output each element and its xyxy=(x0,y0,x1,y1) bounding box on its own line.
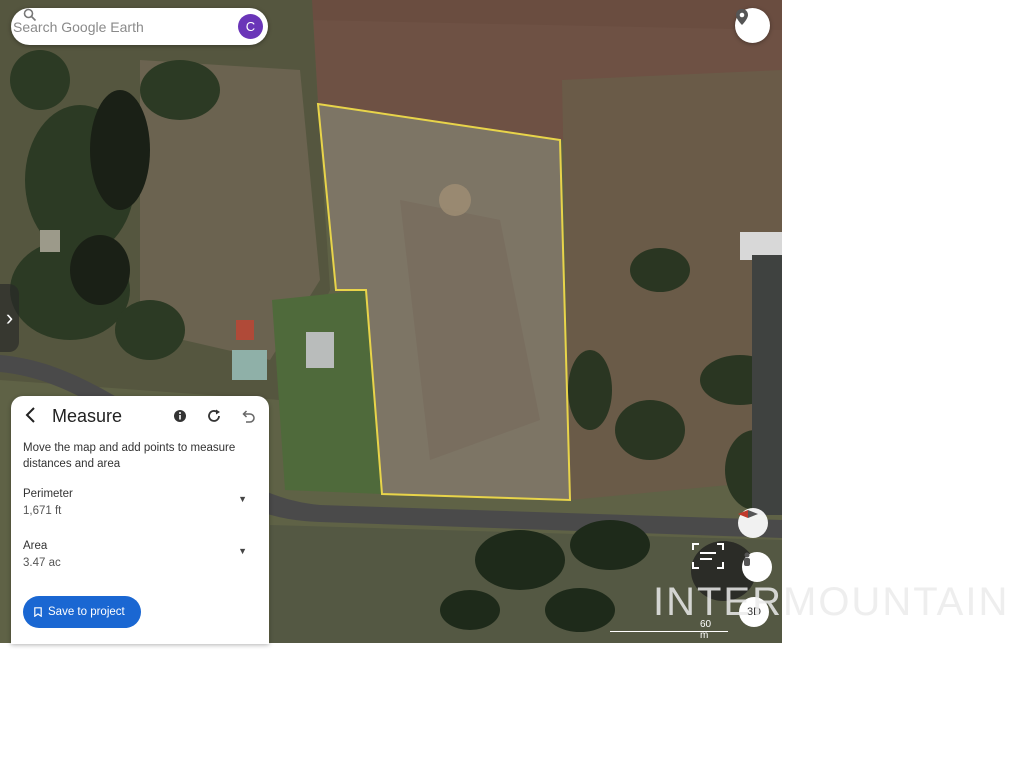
area-value: 3.47 ac xyxy=(23,557,61,569)
screenshot-frame-icon xyxy=(692,543,724,569)
save-to-project-button[interactable]: Save to project xyxy=(23,596,141,628)
compass-button[interactable] xyxy=(738,508,768,538)
location-pin-icon xyxy=(736,9,748,25)
search-input[interactable] xyxy=(11,17,190,36)
perimeter-row[interactable]: Perimeter 1,671 ft ▼ xyxy=(23,488,253,517)
location-button[interactable] xyxy=(735,8,770,43)
save-to-project-label: Save to project xyxy=(48,606,125,618)
measure-description: Move the map and add points to measure d… xyxy=(23,442,236,470)
expand-sidebar-button[interactable]: › xyxy=(0,284,19,352)
compass-icon xyxy=(738,510,758,518)
street-view-button[interactable] xyxy=(742,552,772,582)
measure-panel-header: Measure xyxy=(11,396,269,436)
bookmark-icon xyxy=(34,607,42,617)
refresh-icon[interactable] xyxy=(206,408,222,424)
measure-title: Measure xyxy=(52,406,123,426)
person-icon xyxy=(744,552,750,566)
measure-panel: Measure Move the map and add points to m… xyxy=(11,396,269,644)
undo-icon[interactable] xyxy=(240,408,256,424)
perimeter-value: 1,671 ft xyxy=(23,505,62,517)
watermark: INTERMOUNTAIN xyxy=(653,580,1010,624)
area-label: Area xyxy=(23,540,48,552)
area-row[interactable]: Area 3.47 ac ▼ xyxy=(23,540,253,569)
caret-down-icon[interactable]: ▼ xyxy=(238,546,247,556)
caret-down-icon[interactable]: ▼ xyxy=(238,494,247,504)
info-icon[interactable] xyxy=(172,408,188,424)
avatar[interactable]: C xyxy=(238,14,263,39)
back-arrow-icon[interactable] xyxy=(21,405,41,425)
perimeter-label: Perimeter xyxy=(23,488,73,500)
search-bar[interactable]: C xyxy=(11,8,268,45)
chevron-right-icon: › xyxy=(5,305,14,330)
search-icon xyxy=(23,8,37,22)
